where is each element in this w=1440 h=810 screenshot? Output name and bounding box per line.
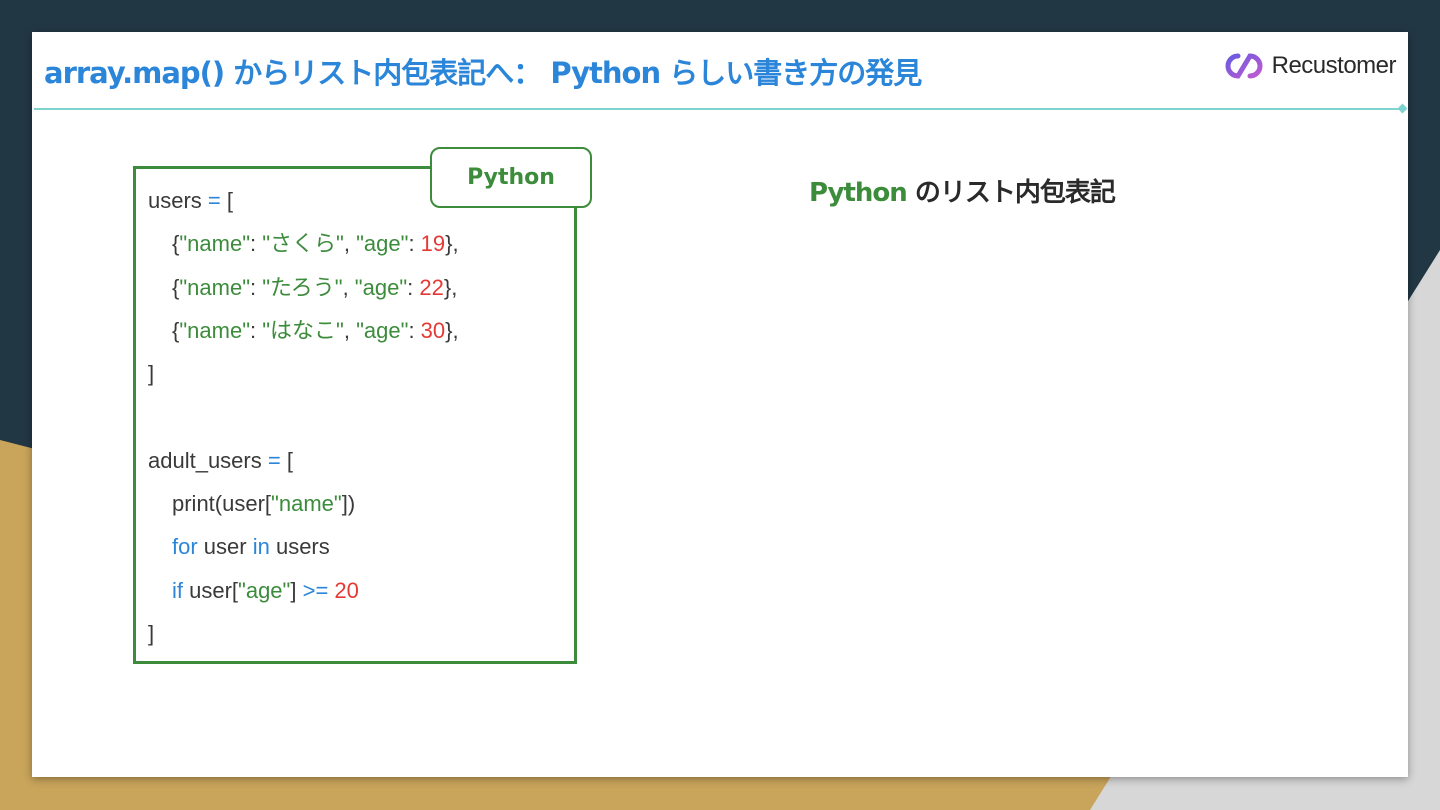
section-heading: Python のリスト内包表記 [809,172,1116,209]
slide-canvas: array.map() からリスト内包表記へ： Python らしい書き方の発見… [32,32,1408,777]
code-line: {"name": "さくら", "age": 19}, [148,222,459,265]
language-tab: Python [430,147,592,208]
code-line: if user["age"] >= 20 [148,569,459,612]
code-token: , [342,274,355,300]
code-line: print(user["name"]) [148,482,459,525]
code-token: : [250,274,263,300]
code-token: "name" [179,231,251,257]
code-line: adult_users = [ [148,439,459,482]
code-token: }, [443,274,458,300]
code-token: "name" [179,317,251,343]
slide-title: array.map() からリスト内包表記へ： Python らしい書き方の発見 [44,56,922,90]
code-token: if [172,577,183,603]
logo-wordmark: Recustomer [1271,52,1397,79]
code-token: user [197,534,253,560]
code-token: : [407,274,420,300]
code-line: {"name": "はなこ", "age": 30}, [148,309,459,352]
code-token: 30 [420,317,446,343]
code-token: adult_users [148,447,268,473]
code-token: "name" [179,274,251,300]
code-token: "さくら" [262,231,344,257]
code-token: "はなこ" [262,317,344,343]
code-token: print(user[ [172,491,272,517]
code-token: "age" [356,317,409,343]
code-token: , [343,231,357,257]
code-token: ]) [341,491,356,517]
title-divider-end [1397,103,1408,114]
code-token: ] [290,577,303,603]
code-token: }, [445,231,459,257]
code-token: "age" [238,577,291,603]
code-token: = [207,188,221,213]
code-line: ] [148,612,459,655]
title-divider [34,108,1402,110]
code-token: 19 [420,231,446,257]
code-token: , [343,317,357,343]
code-token: : [250,231,263,257]
code-token: users [269,534,330,560]
code-line: ] [148,352,459,395]
brand-logo: Recustomer [1222,50,1397,82]
code-token: 20 [334,577,359,603]
code-token: "age" [354,274,408,300]
code-block: users = [{"name": "さくら", "age": 19}, {"na… [148,179,459,655]
code-token: "age" [356,231,409,257]
code-token: "たろう" [262,274,343,300]
code-token: 22 [419,274,444,300]
section-heading-text: のリスト内包表記 [906,178,1116,208]
code-token: "name" [271,491,342,517]
section-heading-accent: Python [809,178,908,208]
recustomer-logo-icon [1225,53,1263,79]
code-token: ] [148,620,155,646]
code-token: }, [445,317,459,343]
code-token: : [408,317,421,343]
code-token: = [267,447,281,473]
code-line: {"name": "たろう", "age": 22}, [148,266,459,309]
code-token: >= [302,577,329,603]
code-token: [ [220,188,234,213]
code-token: : [250,317,263,343]
code-token: users [148,188,208,213]
slide-stage: array.map() からリスト内包表記へ： Python らしい書き方の発見… [0,0,1440,810]
code-token: [ [280,447,293,473]
code-token: user[ [183,577,239,603]
code-line: for user in users [148,525,459,568]
code-token: : [408,231,421,257]
code-line: users = [ [148,179,459,222]
code-token: for [172,534,198,560]
code-token: in [252,534,270,560]
code-token: ] [148,361,155,387]
code-panel: users = [{"name": "さくら", "age": 19}, {"na… [133,166,577,664]
